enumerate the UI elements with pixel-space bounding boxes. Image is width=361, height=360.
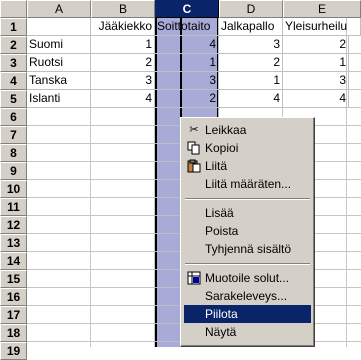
cell-d4[interactable]: 1: [219, 72, 283, 90]
row-header[interactable]: 11: [0, 198, 27, 216]
row-header[interactable]: 16: [0, 288, 27, 306]
scissors-icon: ✂: [189, 124, 199, 136]
menu-item-copy-label: Kopioi: [205, 141, 239, 155]
row-header[interactable]: 9: [0, 162, 27, 180]
cell-e3[interactable]: 1: [283, 54, 349, 72]
menu-item-hide-label: Piilota: [205, 307, 238, 321]
menu-item-format-cells-label: Muotoile solut...: [205, 271, 290, 285]
context-menu: ✂ Leikkaa Kopioi Liitä Liitä määräten...…: [180, 117, 315, 347]
row-header[interactable]: 8: [0, 144, 27, 162]
cell-d3[interactable]: 2: [219, 54, 283, 72]
row-header[interactable]: 10: [0, 180, 27, 198]
cell-e1[interactable]: Yleisurheilu: [283, 18, 361, 36]
menu-item-insert-label: Lisää: [205, 206, 234, 220]
column-header-a[interactable]: A: [27, 0, 91, 18]
row-header[interactable]: 19: [0, 342, 27, 360]
row-header[interactable]: 14: [0, 252, 27, 270]
column-header-b[interactable]: B: [91, 0, 155, 18]
row-header[interactable]: 5: [0, 90, 27, 108]
menu-item-column-width[interactable]: Sarakeleveys...: [184, 287, 311, 305]
row-header[interactable]: 15: [0, 270, 27, 288]
cell-b1[interactable]: Jääkiekko: [91, 18, 155, 36]
menu-item-paste[interactable]: Liitä: [184, 157, 311, 175]
clipboard-icon: [187, 159, 201, 173]
cell-c3[interactable]: 1: [155, 54, 219, 72]
row-header[interactable]: 4: [0, 72, 27, 90]
cell-c2[interactable]: 4: [155, 36, 219, 54]
cell-e5[interactable]: 4: [283, 90, 349, 108]
cell-a3[interactable]: Ruotsi: [27, 54, 91, 72]
copy-icon: [187, 141, 201, 155]
menu-item-cut-label: Leikkaa: [205, 123, 247, 137]
cell-a5[interactable]: Islanti: [27, 90, 91, 108]
cell-b5[interactable]: 4: [91, 90, 155, 108]
column-header-c[interactable]: C: [155, 0, 219, 18]
column-header-e[interactable]: E: [283, 0, 361, 18]
menu-item-unhide[interactable]: Näytä: [184, 323, 311, 341]
menu-item-clear-label: Tyhjennä sisältö: [205, 242, 292, 256]
column-header-d[interactable]: D: [219, 0, 283, 18]
row-header[interactable]: 1: [0, 18, 27, 36]
row-header[interactable]: 17: [0, 306, 27, 324]
menu-item-paste-special-label: Liitä määräten...: [205, 177, 292, 191]
menu-item-delete[interactable]: Poista: [184, 222, 311, 240]
cell-a2[interactable]: Suomi: [27, 36, 91, 54]
format-cells-icon: [187, 271, 201, 285]
menu-item-delete-label: Poista: [205, 224, 239, 238]
cell-d1[interactable]: Jalkapallo: [219, 18, 283, 36]
cell-d2[interactable]: 3: [219, 36, 283, 54]
row-header[interactable]: 18: [0, 324, 27, 342]
menu-item-paste-special[interactable]: Liitä määräten...: [184, 175, 311, 193]
cell-c1[interactable]: Soittotaito: [155, 18, 219, 36]
menu-item-paste-label: Liitä: [205, 159, 228, 173]
menu-separator: [185, 198, 310, 200]
menu-item-insert[interactable]: Lisää: [184, 204, 311, 222]
cell-e4[interactable]: 3: [283, 72, 349, 90]
cell-c5[interactable]: 2: [155, 90, 219, 108]
cell-a1[interactable]: [27, 18, 91, 36]
row-header[interactable]: 7: [0, 126, 27, 144]
select-all-corner[interactable]: [0, 0, 27, 18]
row-header[interactable]: 6: [0, 108, 27, 126]
row-header[interactable]: 2: [0, 36, 27, 54]
menu-item-unhide-label: Näytä: [205, 325, 237, 339]
menu-separator: [185, 263, 310, 265]
cell-b4[interactable]: 3: [91, 72, 155, 90]
row-header[interactable]: 3: [0, 54, 27, 72]
cell-d5[interactable]: 4: [219, 90, 283, 108]
menu-item-clear[interactable]: Tyhjennä sisältö: [184, 240, 311, 258]
cell-b3[interactable]: 2: [91, 54, 155, 72]
row-header[interactable]: 13: [0, 234, 27, 252]
row-header[interactable]: 12: [0, 216, 27, 234]
menu-item-column-width-label: Sarakeleveys...: [205, 289, 288, 303]
menu-item-cut[interactable]: ✂ Leikkaa: [184, 121, 311, 139]
cell-b2[interactable]: 1: [91, 36, 155, 54]
cell-e2[interactable]: 2: [283, 36, 349, 54]
menu-item-format-cells[interactable]: Muotoile solut...: [184, 269, 311, 287]
cell-a4[interactable]: Tanska: [27, 72, 91, 90]
menu-item-copy[interactable]: Kopioi: [184, 139, 311, 157]
menu-item-hide[interactable]: Piilota: [184, 305, 311, 323]
cell-c4[interactable]: 3: [155, 72, 219, 90]
